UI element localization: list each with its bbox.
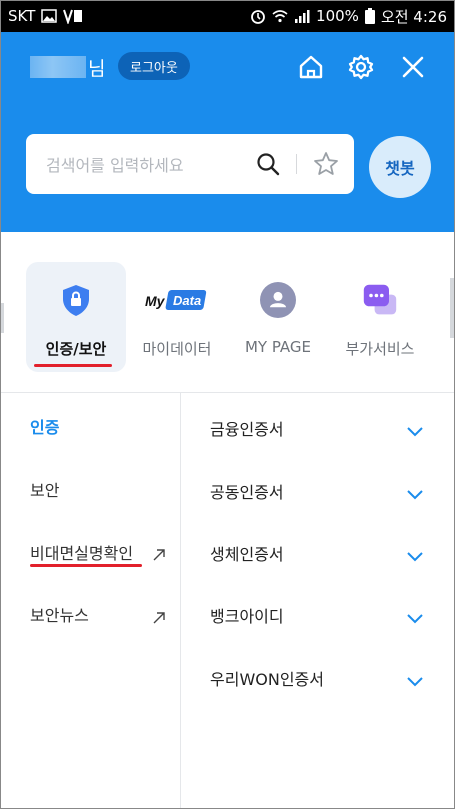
left-menu-non-face-verification[interactable]: 비대면실명확인	[30, 540, 133, 564]
carrier-label: SKT	[8, 7, 36, 25]
highlight-underline	[34, 364, 112, 367]
tab-auth-security[interactable]: 인증/보안	[26, 262, 126, 372]
scroll-edge-left	[0, 303, 4, 333]
gallery-icon	[41, 9, 58, 23]
menu-header: 님 로그아웃 검색어를 입력하세요 챗봇	[0, 32, 455, 232]
tab-label: 인증/보안	[45, 340, 107, 358]
wifi-icon	[272, 9, 288, 23]
alarm-icon	[250, 8, 266, 24]
search-field[interactable]: 검색어를 입력하세요	[26, 134, 354, 194]
external-link-icon	[152, 610, 166, 624]
right-menu-financial-cert[interactable]: 금융인증서	[210, 416, 430, 440]
logout-button[interactable]: 로그아웃	[118, 52, 190, 80]
chevron-down-icon[interactable]	[405, 673, 425, 687]
battery-percent: 100%	[316, 7, 359, 25]
home-icon[interactable]	[296, 52, 326, 82]
tab-label: 부가서비스	[345, 340, 415, 358]
user-greeting: 님	[30, 54, 105, 80]
volte-icon	[63, 8, 83, 24]
tab-mydata[interactable]: My Data 마이데이터	[127, 262, 227, 372]
star-icon[interactable]	[312, 150, 340, 178]
gear-icon[interactable]	[346, 52, 376, 82]
right-menu-joint-cert[interactable]: 공동인증서	[210, 479, 430, 503]
chevron-down-icon[interactable]	[405, 548, 425, 562]
person-icon	[260, 282, 296, 318]
search-divider	[296, 154, 297, 174]
highlight-underline	[30, 564, 142, 567]
mydata-logo-icon: My Data	[145, 282, 209, 318]
chevron-down-icon[interactable]	[405, 610, 425, 624]
tab-label: 마이데이터	[142, 340, 212, 358]
signal-icon	[294, 9, 310, 23]
tab-my-page[interactable]: MY PAGE	[228, 262, 328, 372]
search-icon[interactable]	[256, 152, 280, 176]
right-menu-woori-won-cert[interactable]: 우리WON인증서	[210, 666, 430, 690]
clock: 오전 4:26	[380, 7, 447, 26]
chat-dots-icon	[362, 282, 398, 318]
redacted-user-name	[30, 56, 86, 78]
right-menu-biometric-cert[interactable]: 생체인증서	[210, 541, 430, 565]
left-menu-security-news[interactable]: 보안뉴스	[30, 602, 89, 626]
chatbot-button[interactable]: 챗봇	[369, 136, 431, 198]
column-divider	[180, 393, 181, 809]
category-tabs: 인증/보안 My Data 마이데이터 MY PAGE 부가서비스	[0, 232, 455, 392]
left-menu-auth[interactable]: 인증	[30, 414, 59, 438]
section-divider	[0, 392, 455, 393]
tab-label: MY PAGE	[244, 338, 312, 356]
svg-text:Data: Data	[173, 293, 201, 308]
external-link-icon	[152, 547, 166, 561]
shield-lock-icon	[58, 282, 94, 318]
search-placeholder[interactable]: 검색어를 입력하세요	[46, 152, 354, 176]
right-menu-bank-id[interactable]: 뱅크아이디	[210, 603, 430, 627]
status-bar: SKT 100% 오전 4:26	[0, 0, 455, 32]
chevron-down-icon[interactable]	[405, 423, 425, 437]
scroll-edge-right	[450, 278, 454, 338]
battery-icon	[364, 8, 375, 24]
tab-extra-services[interactable]: 부가서비스	[330, 262, 430, 372]
user-suffix: 님	[88, 57, 106, 80]
left-menu-security[interactable]: 보안	[30, 477, 59, 501]
close-icon[interactable]	[398, 52, 428, 82]
svg-text:My: My	[145, 293, 166, 309]
chevron-down-icon[interactable]	[405, 486, 425, 500]
